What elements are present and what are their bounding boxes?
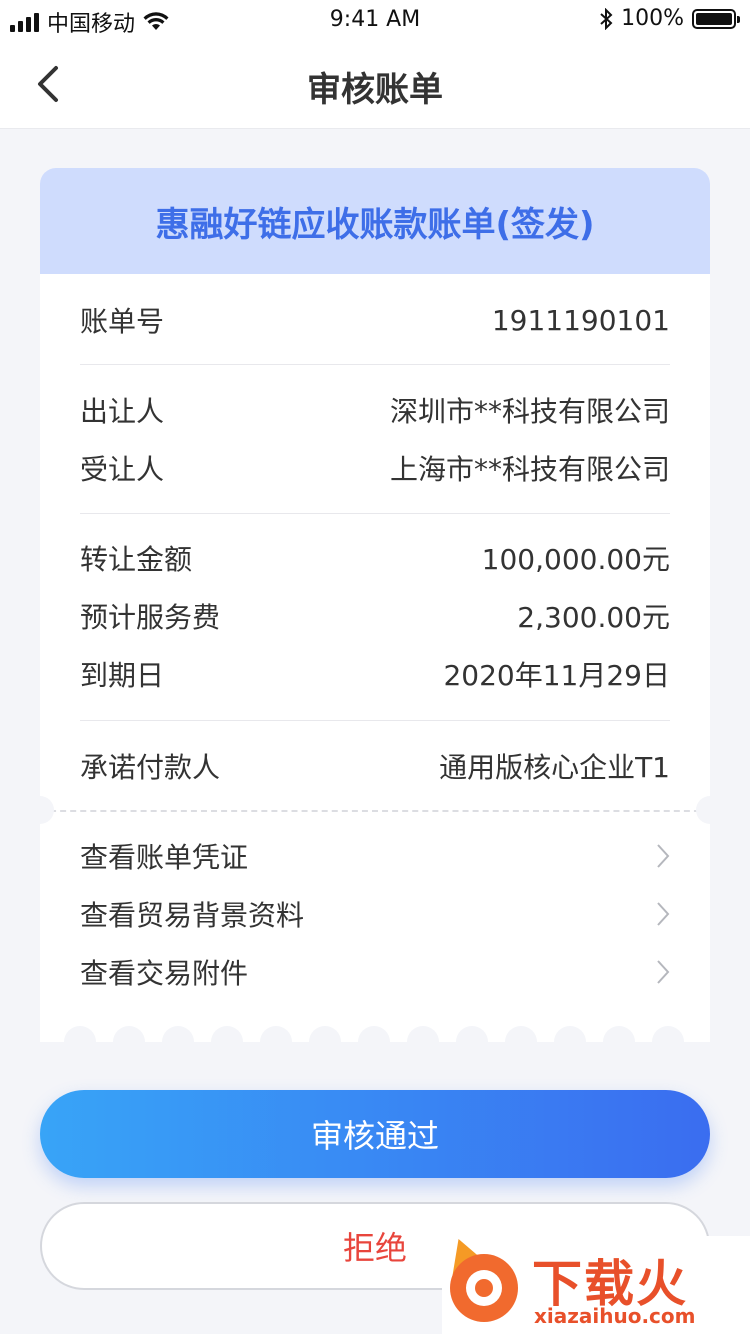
link-label: 查看交易附件 bbox=[80, 957, 249, 990]
chevron-right-icon bbox=[657, 844, 670, 868]
bill-card: 惠融好链应收账款账单(签发) 账单号 1911190101 出让人 深圳市**科… bbox=[26, 168, 724, 1058]
divider bbox=[80, 364, 670, 365]
row-bill-number: 账单号 1911190101 bbox=[80, 300, 670, 340]
row-label: 账单号 bbox=[80, 305, 165, 338]
ticket-notch-left bbox=[26, 796, 54, 824]
row-value: 2,300.00元 bbox=[517, 601, 670, 634]
approve-button[interactable]: 审核通过 bbox=[40, 1090, 710, 1178]
bill-title: 惠融好链应收账款账单(签发) bbox=[40, 168, 710, 274]
status-bar: 中国移动 9:41 AM 100% bbox=[0, 0, 750, 40]
row-label: 到期日 bbox=[80, 659, 165, 692]
link-trade-background[interactable]: 查看贸易背景资料 bbox=[80, 894, 670, 934]
row-transferee: 受让人 上海市**科技有限公司 bbox=[80, 448, 670, 488]
link-label: 查看贸易背景资料 bbox=[80, 899, 305, 932]
status-right: 100% bbox=[599, 6, 740, 31]
chevron-right-icon bbox=[657, 902, 670, 926]
row-label: 转让金额 bbox=[80, 543, 193, 576]
row-value: 100,000.00元 bbox=[481, 543, 670, 576]
chevron-right-icon bbox=[657, 960, 670, 984]
ticket-scallop-edge bbox=[40, 1026, 710, 1058]
row-value: 通用版核心企业T1 bbox=[439, 751, 670, 784]
watermark: 下载火 xiazaihuo.com bbox=[441, 1232, 750, 1334]
ticket-notch-right bbox=[696, 796, 724, 824]
row-label: 出让人 bbox=[80, 395, 165, 428]
link-bill-voucher[interactable]: 查看账单凭证 bbox=[80, 836, 670, 876]
page-title: 审核账单 bbox=[307, 70, 443, 110]
row-value: 上海市**科技有限公司 bbox=[389, 453, 670, 486]
row-value: 深圳市**科技有限公司 bbox=[389, 395, 670, 428]
logo-dot bbox=[475, 1279, 493, 1297]
link-label: 查看账单凭证 bbox=[80, 841, 249, 874]
battery-icon bbox=[692, 8, 740, 29]
row-payer: 承诺付款人 通用版核心企业T1 bbox=[80, 746, 670, 786]
row-label: 承诺付款人 bbox=[80, 751, 221, 784]
row-value: 2020年11月29日 bbox=[443, 659, 670, 692]
dashed-separator bbox=[40, 810, 710, 812]
watermark-domain: xiazaihuo.com bbox=[534, 1304, 696, 1328]
row-due-date: 到期日 2020年11月29日 bbox=[80, 654, 670, 694]
link-trade-attachments[interactable]: 查看交易附件 bbox=[80, 952, 670, 992]
row-label: 预计服务费 bbox=[80, 601, 221, 634]
row-service-fee: 预计服务费 2,300.00元 bbox=[80, 596, 670, 636]
bluetooth-icon bbox=[600, 7, 613, 30]
battery-percent: 100% bbox=[621, 6, 684, 31]
divider bbox=[80, 513, 670, 514]
row-label: 受让人 bbox=[80, 453, 165, 486]
row-transferor: 出让人 深圳市**科技有限公司 bbox=[80, 390, 670, 430]
row-transfer-amount: 转让金额 100,000.00元 bbox=[80, 538, 670, 578]
divider bbox=[80, 720, 670, 721]
top-bar: 中国移动 9:41 AM 100% 审核账单 bbox=[0, 0, 750, 129]
row-value: 1911190101 bbox=[491, 303, 670, 337]
